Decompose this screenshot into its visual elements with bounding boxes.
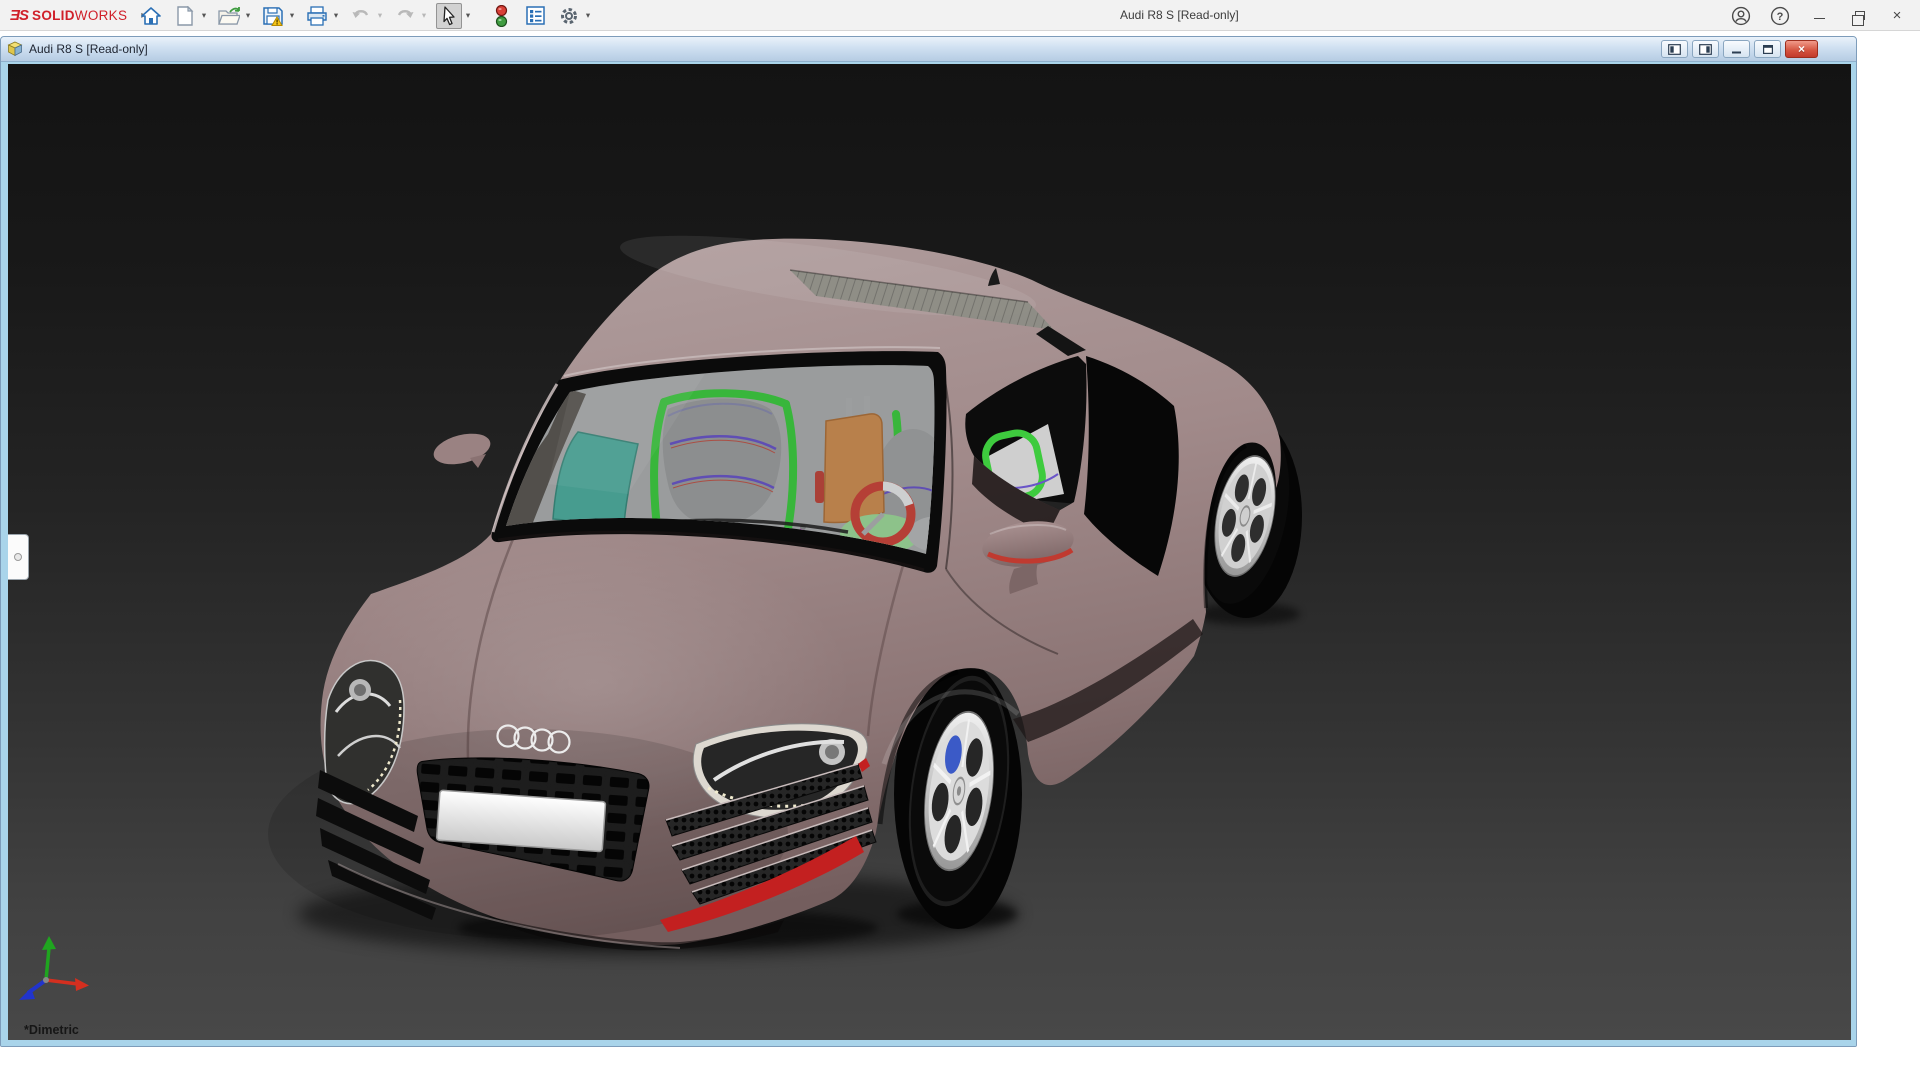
account-button[interactable] — [1728, 3, 1754, 29]
save-icon — [263, 6, 283, 26]
file-properties-button[interactable] — [522, 3, 548, 29]
document-window-controls: × — [1661, 40, 1818, 58]
pane-left-icon — [1668, 44, 1681, 55]
doc-restore-button[interactable] — [1754, 40, 1781, 58]
feature-tree-flyout-tab[interactable] — [8, 534, 29, 580]
doc-close-icon: × — [1798, 43, 1805, 55]
save-button[interactable] — [260, 3, 286, 29]
new-document-button[interactable] — [172, 3, 198, 29]
doc-restore-icon — [1762, 44, 1774, 55]
rebuild-traffic-light-icon — [495, 5, 508, 27]
home-icon — [141, 6, 161, 26]
side-mirror-left — [430, 428, 493, 469]
select-tool-dropdown[interactable]: ▾ — [462, 10, 474, 21]
document-body: *Dimetric — [1, 62, 1856, 1047]
save-dropdown[interactable]: ▾ — [286, 10, 298, 21]
doc-minimize-button[interactable] — [1723, 40, 1750, 58]
triad-y-axis — [46, 948, 49, 980]
open-folder-icon — [218, 6, 240, 26]
rebuild-button[interactable] — [488, 3, 514, 29]
flyout-handle-icon — [14, 553, 22, 561]
app-title: Audi R8 S [Read-only] — [1120, 0, 1239, 31]
license-plate — [437, 790, 606, 851]
minimize-icon — [1814, 18, 1825, 20]
undo-icon — [351, 7, 371, 25]
pane-right-icon — [1699, 44, 1712, 55]
orientation-triad[interactable] — [16, 930, 94, 1010]
app-window-controls: ? × — [1728, 0, 1910, 31]
help-glyph: ? — [1777, 11, 1784, 23]
toggle-right-pane-button[interactable] — [1692, 40, 1719, 58]
help-button[interactable]: ? — [1767, 3, 1793, 29]
options-dropdown[interactable]: ▾ — [582, 10, 594, 21]
assembly-document-icon — [7, 41, 23, 57]
select-cursor-icon — [440, 6, 458, 26]
select-tool-button[interactable] — [436, 3, 462, 29]
triad-x-axis — [46, 980, 78, 984]
app-restore-button[interactable] — [1845, 3, 1871, 29]
document-titlebar[interactable]: Audi R8 S [Read-only] — [1, 37, 1856, 62]
solidworks-logo-mark: ƎS — [10, 7, 28, 24]
undo-dropdown[interactable]: ▾ — [374, 10, 386, 21]
close-icon: × — [1893, 7, 1902, 24]
document-window: Audi R8 S [Read-only] — [0, 36, 1857, 1047]
view-orientation-label: *Dimetric — [24, 1023, 79, 1037]
redo-dropdown[interactable]: ▾ — [418, 10, 430, 21]
brand-works: WORKS — [75, 8, 128, 23]
options-gear-icon — [559, 6, 579, 26]
viewport-3d[interactable]: *Dimetric — [8, 64, 1851, 1040]
app-close-button[interactable]: × — [1884, 3, 1910, 29]
restore-icon — [1855, 11, 1865, 20]
undo-button[interactable] — [348, 3, 374, 29]
document-title: Audi R8 S [Read-only] — [29, 42, 148, 56]
redo-icon — [395, 7, 415, 25]
print-button[interactable] — [304, 3, 330, 29]
open-dropdown[interactable]: ▾ — [242, 10, 254, 21]
print-dropdown[interactable]: ▾ — [330, 10, 342, 21]
doc-minimize-icon — [1731, 44, 1743, 55]
doc-close-button[interactable]: × — [1785, 40, 1818, 58]
open-button[interactable] — [216, 3, 242, 29]
app-minimize-button[interactable] — [1806, 3, 1832, 29]
app-titlebar: ƎS SOLIDWORKS ▸ ▾ ▾ — [0, 0, 1920, 31]
help-icon: ? — [1770, 6, 1790, 26]
solidworks-logo: ƎS SOLIDWORKS ▸ — [0, 7, 146, 24]
solidworks-logo-text: SOLIDWORKS — [32, 8, 127, 23]
toggle-left-pane-button[interactable] — [1661, 40, 1688, 58]
new-document-icon — [176, 6, 194, 26]
redo-button[interactable] — [392, 3, 418, 29]
main-toolbar: ▾ ▾ ▾ ▾ — [138, 0, 600, 31]
brand-solid: SOLID — [32, 8, 75, 23]
new-document-dropdown[interactable]: ▾ — [198, 10, 210, 21]
account-icon — [1731, 6, 1751, 26]
file-properties-icon — [526, 6, 545, 25]
home-button[interactable] — [138, 3, 164, 29]
print-icon — [306, 6, 328, 26]
options-button[interactable] — [556, 3, 582, 29]
model-3d-audi-r8[interactable] — [8, 64, 1851, 1040]
